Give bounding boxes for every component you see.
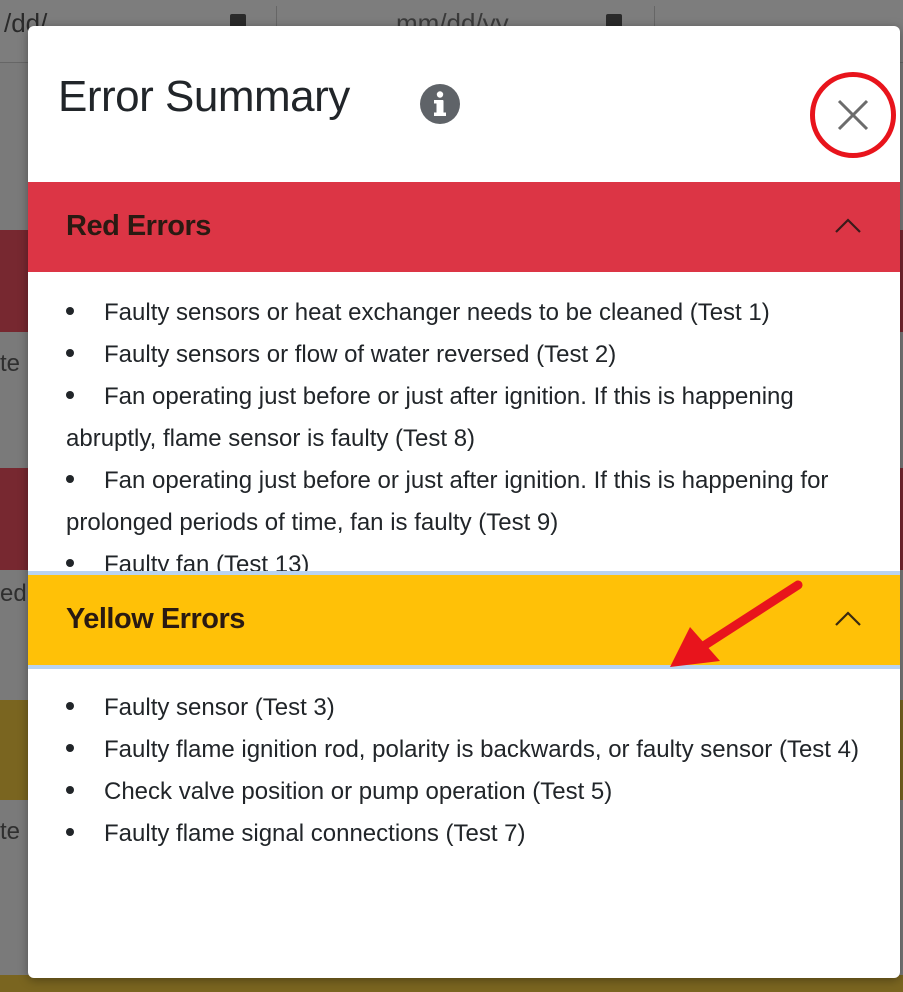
info-circle-icon[interactable] xyxy=(418,82,462,126)
bullet-icon xyxy=(66,701,74,710)
yellow-errors-body: Faulty sensor (Test 3) Faulty flame igni… xyxy=(28,665,900,875)
error-accordion: Red Errors Faulty sensors or heat exchan… xyxy=(28,182,900,875)
background-text: te xyxy=(0,818,21,845)
bullet-icon xyxy=(66,827,74,836)
red-errors-header[interactable]: Red Errors xyxy=(28,182,900,272)
close-button[interactable] xyxy=(810,72,896,158)
red-errors-title: Red Errors xyxy=(66,210,211,242)
bullet-icon xyxy=(66,558,74,567)
bullet-icon xyxy=(66,785,74,794)
list-item: Check valve position or pump operation (… xyxy=(66,771,866,813)
chevron-up-icon xyxy=(835,611,861,626)
error-summary-modal: Error Summary Red Errors Faulty sensors … xyxy=(28,26,900,978)
background-text: ed xyxy=(0,580,27,607)
modal-title: Error Summary xyxy=(58,72,350,121)
list-item: Faulty sensor (Test 3) xyxy=(66,687,866,729)
bullet-icon xyxy=(66,474,74,483)
chevron-up-icon xyxy=(835,218,861,233)
list-item: Faulty sensors or flow of water reversed… xyxy=(66,334,866,376)
list-item: Fan operating just before or just after … xyxy=(66,383,794,452)
list-item: Fan operating just before or just after … xyxy=(66,467,829,536)
yellow-errors-title: Yellow Errors xyxy=(66,603,245,635)
list-item: Faulty sensors or heat exchanger needs t… xyxy=(66,292,866,334)
background-text: te xyxy=(0,350,21,377)
bullet-icon xyxy=(66,348,74,357)
list-item: Faulty flame ignition rod, polarity is b… xyxy=(66,729,866,771)
yellow-errors-list: Faulty sensor (Test 3) Faulty flame igni… xyxy=(66,687,866,855)
bullet-icon xyxy=(66,743,74,752)
red-errors-list: Faulty sensors or heat exchanger needs t… xyxy=(66,292,866,586)
annotation-arrow-icon xyxy=(670,580,803,667)
bullet-icon xyxy=(66,306,74,315)
bullet-icon xyxy=(66,390,74,399)
red-errors-body: Faulty sensors or heat exchanger needs t… xyxy=(28,272,900,578)
modal-header: Error Summary xyxy=(28,26,900,182)
list-item: Faulty flame signal connections (Test 7) xyxy=(66,813,866,855)
close-icon[interactable] xyxy=(836,98,870,132)
